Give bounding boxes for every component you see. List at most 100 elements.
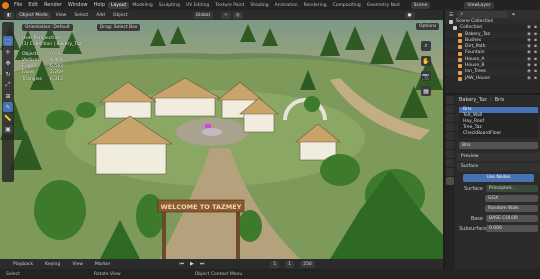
physics-tab-icon[interactable] xyxy=(446,168,454,176)
subsurface-field[interactable]: 0.000 xyxy=(486,225,538,232)
outliner-item[interactable]: JAW_House ◉ ▪ xyxy=(445,76,540,82)
material-tab-icon[interactable] xyxy=(446,177,454,185)
tab-geometry-nodes[interactable]: Geometry Nod xyxy=(364,2,403,9)
scale-tool-icon[interactable]: ⤢ xyxy=(3,80,13,90)
use-nodes-button[interactable]: Use Nodes xyxy=(463,174,534,182)
pan-hand-icon[interactable]: ✋ xyxy=(421,56,431,66)
filter-icon[interactable]: ⏷ xyxy=(511,12,515,18)
material-slot[interactable]: CheckBoardFloor xyxy=(459,131,538,137)
measure-tool-icon[interactable]: 📏 xyxy=(3,113,13,123)
rotate-tool-icon[interactable]: ↻ xyxy=(3,69,13,79)
scene-tab-icon[interactable] xyxy=(446,132,454,140)
surface-panel-header[interactable]: Surface xyxy=(457,163,540,171)
options-button[interactable]: Options xyxy=(416,23,440,30)
status-rotate-view: Rotate View xyxy=(93,271,121,277)
outliner-tree: Scene Collection Collection ◉ ▪ Bakery_Taz ◉ ▪… xyxy=(445,19,540,82)
view-layer-selector[interactable]: ViewLayer xyxy=(464,1,494,9)
end-frame-field[interactable]: 250 xyxy=(300,260,315,268)
subsurface-method-dropdown[interactable]: Random Walk xyxy=(485,205,538,212)
tab-uv-editing[interactable]: UV Editing xyxy=(183,2,212,9)
camera-icon[interactable]: ▪ xyxy=(534,76,537,82)
move-tool-icon[interactable]: ✥ xyxy=(3,58,13,68)
menu-view[interactable]: View xyxy=(53,13,70,18)
cursor-tool-icon[interactable]: ✛ xyxy=(3,47,13,57)
viewport-shading-icon[interactable]: ● xyxy=(404,11,415,19)
tab-texture-paint[interactable]: Texture Paint xyxy=(212,2,247,9)
editor-type-dropdown[interactable]: ◧ xyxy=(4,11,15,19)
menu-view-timeline[interactable]: View xyxy=(69,262,86,267)
collection-name: (1) Collection | Bakery_Taz xyxy=(22,42,82,48)
preview-panel-header[interactable]: Preview xyxy=(457,153,540,161)
menu-marker[interactable]: Marker xyxy=(92,262,114,267)
stat-triangles: Triangles 6,313 xyxy=(22,76,63,82)
transform-orientation-dropdown[interactable]: Global xyxy=(192,11,213,19)
annotate-tool-icon[interactable]: ✎ xyxy=(3,102,13,112)
object-icon xyxy=(458,32,462,37)
eye-icon[interactable]: ◉ xyxy=(527,76,531,82)
object-tab-icon[interactable] xyxy=(446,150,454,158)
outliner-search-input[interactable]: ⌕ xyxy=(457,11,508,18)
outliner-header: ☰ ⌕ ⏷ xyxy=(445,10,540,19)
timeline-header: Playback Keying View Marker ⏮ ▶ ⏭ 1 1 25… xyxy=(0,259,443,269)
grid-icon[interactable]: ▦ xyxy=(421,86,431,96)
collection-icon xyxy=(449,20,453,25)
tab-rendering[interactable]: Rendering xyxy=(301,2,330,9)
menu-help[interactable]: Help xyxy=(91,2,108,8)
outliner-type-icon[interactable]: ☰ xyxy=(449,12,453,18)
object-icon xyxy=(458,39,462,44)
drag-label[interactable]: Drag: Select Box xyxy=(96,24,141,31)
add-cube-tool-icon[interactable]: ▣ xyxy=(3,124,13,134)
render-tab-icon[interactable] xyxy=(446,105,454,113)
orientation-label[interactable]: Orientation: Default xyxy=(22,24,73,31)
material-selector[interactable]: Bris xyxy=(459,142,538,149)
view-layer-tab-icon[interactable] xyxy=(446,123,454,131)
collection-icon xyxy=(453,26,457,31)
visibility-toggles: ◉ ▪ xyxy=(527,76,537,82)
distribution-dropdown[interactable]: GGX xyxy=(485,195,538,202)
tab-modeling[interactable]: Modeling xyxy=(129,2,155,9)
top-menubar: File Edit Render Window Help Layout Mode… xyxy=(0,0,540,10)
start-frame-field[interactable]: 1 xyxy=(285,260,295,268)
scene-selector[interactable]: Scene xyxy=(410,1,431,9)
jump-end-icon[interactable]: ⏭ xyxy=(200,261,205,267)
select-box-tool-icon[interactable]: ⬚ xyxy=(3,36,13,46)
surface-shader-dropdown[interactable]: Principled... xyxy=(486,185,538,192)
output-tab-icon[interactable] xyxy=(446,114,454,122)
menu-keying[interactable]: Keying xyxy=(42,262,63,267)
menu-add[interactable]: Add xyxy=(93,13,108,18)
menu-playback[interactable]: Playback xyxy=(10,262,36,267)
viewport-tool-settings: Orientation: Default Drag: Select Box xyxy=(22,24,141,31)
object-icon xyxy=(458,76,462,81)
sign-text: WELCOME TO TAZMEY xyxy=(161,203,242,211)
tab-animation[interactable]: Animation xyxy=(272,2,301,9)
play-icon[interactable]: ▶ xyxy=(190,261,194,267)
modifier-tab-icon[interactable] xyxy=(446,159,454,167)
snap-icon[interactable]: ⊹ xyxy=(220,11,231,19)
object-mode-dropdown[interactable]: Object Mode xyxy=(16,11,51,19)
object-icon xyxy=(458,51,462,56)
menu-file[interactable]: File xyxy=(11,2,25,8)
menu-window[interactable]: Window xyxy=(65,2,91,8)
tab-layout[interactable]: Layout xyxy=(108,1,130,9)
camera-icon[interactable]: 📷 xyxy=(421,71,431,81)
tab-compositing[interactable]: Compositing xyxy=(330,2,364,9)
menu-select[interactable]: Select xyxy=(71,13,91,18)
tool-tab-icon[interactable] xyxy=(446,96,454,104)
proportional-edit-icon[interactable]: ◎ xyxy=(232,11,243,19)
transform-tool-icon[interactable]: ⊞ xyxy=(3,91,13,101)
menu-render[interactable]: Render xyxy=(41,2,65,8)
outliner: ☰ ⌕ ⏷ Scene Collection Collection ◉ ▪ Bakery… xyxy=(445,10,540,93)
material-slot-name: Bris xyxy=(494,96,505,103)
world-tab-icon[interactable] xyxy=(446,141,454,149)
jump-start-icon[interactable]: ⏮ xyxy=(179,261,184,267)
menu-object[interactable]: Object xyxy=(110,13,131,18)
current-frame-field[interactable]: 1 xyxy=(270,260,280,268)
zoom-icon[interactable]: ⌕ xyxy=(421,41,431,51)
tab-sculpting[interactable]: Sculpting xyxy=(156,2,183,9)
subsurface-label: Subsurface xyxy=(459,225,487,232)
base-color-field[interactable]: BASE COLOR xyxy=(486,215,538,222)
blender-logo-icon[interactable] xyxy=(2,1,9,9)
menu-edit[interactable]: Edit xyxy=(25,2,41,8)
tab-shading[interactable]: Shading xyxy=(247,2,271,9)
surface-label: Surface xyxy=(463,185,483,192)
